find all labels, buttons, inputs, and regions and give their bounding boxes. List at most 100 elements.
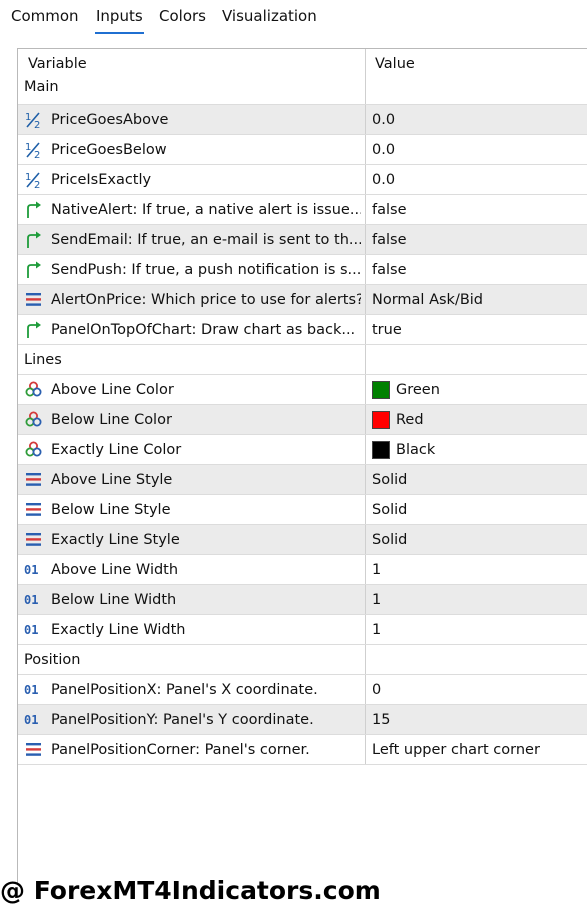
table-row[interactable]: Exactly Line Color Black xyxy=(18,435,587,465)
variable-label: PanelPositionCorner: Panel's corner. xyxy=(51,741,310,758)
variable-cell[interactable]: AlertOnPrice: Which price to use for ale… xyxy=(18,285,366,314)
table-row[interactable]: 01 PanelPositionY: Panel's Y coordinate. 1… xyxy=(18,705,587,735)
table-row[interactable]: NativeAlert: If true, a native alert is … xyxy=(18,195,587,225)
value-cell[interactable]: 1 xyxy=(367,615,587,644)
value-cell[interactable]: 0.0 xyxy=(367,165,587,194)
value-cell[interactable]: false xyxy=(367,195,587,224)
variable-cell[interactable]: 1 2 PriceGoesBelow xyxy=(18,135,366,164)
value-cell[interactable]: Solid xyxy=(367,525,587,554)
value-cell[interactable]: Black xyxy=(367,435,587,464)
table-row[interactable]: PanelPositionCorner: Panel's corner. Left… xyxy=(18,735,587,765)
value-cell[interactable]: true xyxy=(367,315,587,344)
column-header-value[interactable]: Value xyxy=(367,49,587,78)
table-row[interactable]: Exactly Line Style Solid xyxy=(18,525,587,555)
value-cell[interactable]: 15 xyxy=(367,705,587,734)
value-cell[interactable]: 0 xyxy=(367,675,587,704)
bool-arrow-icon xyxy=(24,230,43,249)
value-cell[interactable]: 1 xyxy=(367,555,587,584)
value-text: 0.0 xyxy=(372,111,396,128)
value-text: true xyxy=(372,321,402,338)
bool-arrow-icon xyxy=(24,260,43,279)
table-row[interactable]: 01 PanelPositionX: Panel's X coordinate. 0 xyxy=(18,675,587,705)
variable-cell[interactable]: 1 2 PriceIsExactly xyxy=(18,165,366,194)
value-cell[interactable]: Red xyxy=(367,405,587,434)
variable-cell[interactable]: Exactly Line Style xyxy=(18,525,366,554)
table-row[interactable]: 01 Exactly Line Width 1 xyxy=(18,615,587,645)
variable-cell[interactable]: Below Line Color xyxy=(18,405,366,434)
value-cell[interactable]: Left upper chart corner xyxy=(367,735,587,764)
table-row[interactable]: AlertOnPrice: Which price to use for ale… xyxy=(18,285,587,315)
value-text: Normal Ask/Bid xyxy=(372,291,484,308)
table-row[interactable]: Below Line Style Solid xyxy=(18,495,587,525)
integer-01-icon: 01 xyxy=(24,710,43,729)
bool-arrow-icon xyxy=(24,200,43,219)
value-cell[interactable]: false xyxy=(367,225,587,254)
table-row[interactable]: 1 2 PriceIsExactly 0.0 xyxy=(18,165,587,195)
svg-text:01: 01 xyxy=(24,593,38,607)
group-row-lines: Lines xyxy=(18,345,587,375)
integer-01-icon: 01 xyxy=(24,620,43,639)
value-cell[interactable]: 0.0 xyxy=(367,105,587,134)
value-cell[interactable]: 0.0 xyxy=(367,135,587,164)
variable-cell[interactable]: SendPush: If true, a push notification i… xyxy=(18,255,366,284)
variable-label: Exactly Line Style xyxy=(51,531,180,548)
color-circles-icon xyxy=(24,410,43,429)
value-cell[interactable]: 1 xyxy=(367,585,587,614)
variable-cell[interactable]: PanelPositionCorner: Panel's corner. xyxy=(18,735,366,764)
variable-cell[interactable]: Below Line Style xyxy=(18,495,366,524)
tab-visualization[interactable]: Visualization xyxy=(222,7,317,25)
value-text: 1 xyxy=(372,591,382,608)
value-cell[interactable]: Solid xyxy=(367,465,587,494)
tab-common[interactable]: Common xyxy=(11,7,79,25)
color-swatch[interactable] xyxy=(372,381,390,399)
value-text: 0.0 xyxy=(372,141,396,158)
variable-label: SendPush: If true, a push notification i… xyxy=(51,261,361,278)
group-label: Lines xyxy=(24,351,62,368)
variable-cell[interactable]: NativeAlert: If true, a native alert is … xyxy=(18,195,366,224)
table-row[interactable]: 01 Above Line Width 1 xyxy=(18,555,587,585)
table-row[interactable]: PanelOnTopOfChart: Draw chart as back...… xyxy=(18,315,587,345)
value-cell[interactable]: Normal Ask/Bid xyxy=(367,285,587,314)
table-row[interactable]: SendPush: If true, a push notification i… xyxy=(18,255,587,285)
table-row[interactable]: 1 2 PriceGoesBelow 0.0 xyxy=(18,135,587,165)
value-text: Solid xyxy=(372,531,408,548)
variable-cell[interactable]: 01 Above Line Width xyxy=(18,555,366,584)
table-row[interactable]: SendEmail: If true, an e-mail is sent to… xyxy=(18,225,587,255)
variable-cell[interactable]: 01 PanelPositionY: Panel's Y coordinate. xyxy=(18,705,366,734)
color-swatch[interactable] xyxy=(372,441,390,459)
enum-list-icon xyxy=(24,470,43,489)
variable-label: AlertOnPrice: Which price to use for ale… xyxy=(51,291,361,308)
tab-colors[interactable]: Colors xyxy=(159,7,206,25)
variable-cell[interactable]: 01 Below Line Width xyxy=(18,585,366,614)
table-row[interactable]: 1 2 PriceGoesAbove 0.0 xyxy=(18,105,587,135)
value-cell[interactable]: Green xyxy=(367,375,587,404)
variable-cell[interactable]: PanelOnTopOfChart: Draw chart as back... xyxy=(18,315,366,344)
variable-cell[interactable]: 01 Exactly Line Width xyxy=(18,615,366,644)
group-row-position: Position xyxy=(18,645,587,675)
variable-cell[interactable]: 01 PanelPositionX: Panel's X coordinate. xyxy=(18,675,366,704)
color-swatch[interactable] xyxy=(372,411,390,429)
table-row[interactable]: Above Line Color Green xyxy=(18,375,587,405)
group-value-cell xyxy=(367,345,587,374)
value-cell[interactable]: Solid xyxy=(367,495,587,524)
value-cell[interactable]: false xyxy=(367,255,587,284)
table-row[interactable]: Below Line Color Red xyxy=(18,405,587,435)
table-row[interactable]: Above Line Style Solid xyxy=(18,465,587,495)
variable-label: PanelPositionX: Panel's X coordinate. xyxy=(51,681,318,698)
group-value-cell xyxy=(367,645,587,674)
variable-label: PriceGoesBelow xyxy=(51,141,167,158)
variable-cell[interactable]: Exactly Line Color xyxy=(18,435,366,464)
value-text: false xyxy=(372,231,407,248)
variable-cell[interactable]: Above Line Color xyxy=(18,375,366,404)
variable-cell[interactable]: SendEmail: If true, an e-mail is sent to… xyxy=(18,225,366,254)
variable-cell[interactable]: 1 2 PriceGoesAbove xyxy=(18,105,366,134)
variable-label: Exactly Line Color xyxy=(51,441,182,458)
svg-text:2: 2 xyxy=(34,150,40,159)
column-header-variable[interactable]: Variable xyxy=(18,49,366,78)
tab-inputs[interactable]: Inputs xyxy=(95,7,144,34)
group-cell: Position xyxy=(18,645,366,674)
variable-cell[interactable]: Above Line Style xyxy=(18,465,366,494)
value-text: 15 xyxy=(372,711,391,728)
table-row[interactable]: 01 Below Line Width 1 xyxy=(18,585,587,615)
svg-text:1: 1 xyxy=(25,112,31,123)
